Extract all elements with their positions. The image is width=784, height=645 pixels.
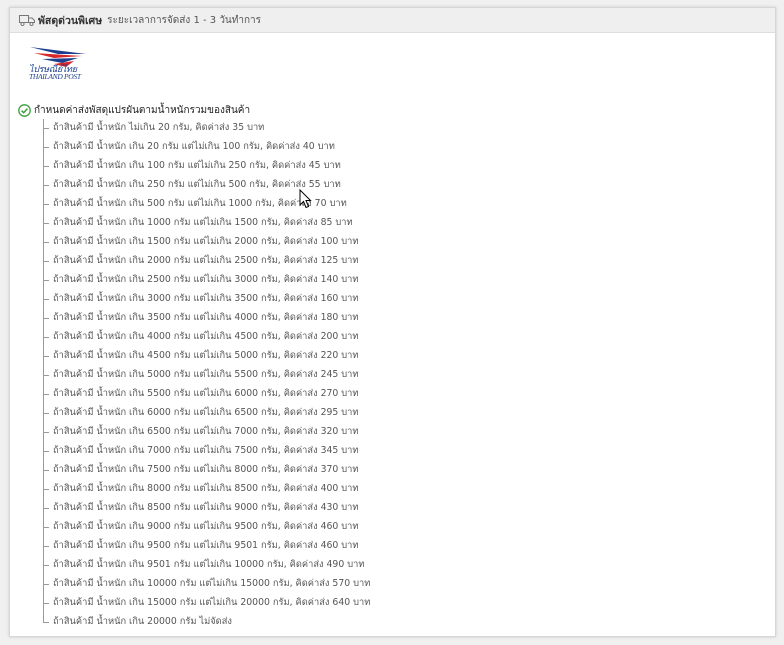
rate-item: ถ้าสินค้ามี น้ำหนัก เกิน 2500 กรัม แต่ไม…: [43, 271, 370, 290]
delivery-time-text: ระยะเวลาการจัดส่ง 1 - 3 วันทำการ: [107, 14, 262, 26]
rate-item: ถ้าสินค้ามี น้ำหนัก เกิน 6000 กรัม แต่ไม…: [43, 404, 370, 423]
rate-item: ถ้าสินค้ามี น้ำหนัก เกิน 2000 กรัม แต่ไม…: [43, 252, 370, 271]
logo-wordmark: ไปรษณีย์ไทย THAILAND POST: [29, 65, 99, 81]
panel-header: พัสดุด่วนพิเศษ ระยะเวลาการจัดส่ง 1 - 3 ว…: [10, 8, 775, 33]
rate-item: ถ้าสินค้ามี น้ำหนัก เกิน 4000 กรัม แต่ไม…: [43, 328, 370, 347]
rate-item: ถ้าสินค้ามี น้ำหนัก เกิน 9000 กรัม แต่ไม…: [43, 518, 370, 537]
rate-item: ถ้าสินค้ามี น้ำหนัก เกิน 100 กรัม แต่ไม่…: [43, 157, 370, 176]
rate-item: ถ้าสินค้ามี น้ำหนัก เกิน 5000 กรัม แต่ไม…: [43, 366, 370, 385]
rate-item: ถ้าสินค้ามี น้ำหนัก เกิน 3000 กรัม แต่ไม…: [43, 290, 370, 309]
rate-item: ถ้าสินค้ามี น้ำหนัก เกิน 6500 กรัม แต่ไม…: [43, 423, 370, 442]
truck-icon: [19, 14, 35, 26]
rate-item: ถ้าสินค้ามี น้ำหนัก ไม่เกิน 20 กรัม, คิด…: [43, 119, 370, 138]
rate-item: ถ้าสินค้ามี น้ำหนัก เกิน 250 กรัม แต่ไม่…: [43, 176, 370, 195]
rate-item: ถ้าสินค้ามี น้ำหนัก เกิน 15000 กรัม แต่ไ…: [43, 594, 370, 613]
rate-item: ถ้าสินค้ามี น้ำหนัก เกิน 20 กรัม แต่ไม่เ…: [43, 138, 370, 157]
rate-item: ถ้าสินค้ามี น้ำหนัก เกิน 500 กรัม แต่ไม่…: [43, 195, 370, 214]
rate-rule-heading: กำหนดค่าส่งพัสดุแปรผันตามน้ำหนักรวมของสิ…: [18, 103, 250, 118]
rate-item: ถ้าสินค้ามี น้ำหนัก เกิน 8500 กรัม แต่ไม…: [43, 499, 370, 518]
rate-item: ถ้าสินค้ามี น้ำหนัก เกิน 10000 กรัม แต่ไ…: [43, 575, 370, 594]
rate-item: ถ้าสินค้ามี น้ำหนัก เกิน 3500 กรัม แต่ไม…: [43, 309, 370, 328]
shipping-method-title: พัสดุด่วนพิเศษ: [38, 14, 103, 27]
mouse-pointer-icon: [299, 189, 312, 209]
check-circle-icon: [18, 104, 31, 117]
rate-item: ถ้าสินค้ามี น้ำหนัก เกิน 1000 กรัม แต่ไม…: [43, 214, 370, 233]
rate-item: ถ้าสินค้ามี น้ำหนัก เกิน 5500 กรัม แต่ไม…: [43, 385, 370, 404]
rate-item: ถ้าสินค้ามี น้ำหนัก เกิน 8000 กรัม แต่ไม…: [43, 480, 370, 499]
rate-item: ถ้าสินค้ามี น้ำหนัก เกิน 7500 กรัม แต่ไม…: [43, 461, 370, 480]
rate-item: ถ้าสินค้ามี น้ำหนัก เกิน 20000 กรัม ไม่จ…: [43, 613, 370, 632]
rate-list: ถ้าสินค้ามี น้ำหนัก ไม่เกิน 20 กรัม, คิด…: [43, 119, 370, 632]
rate-item: ถ้าสินค้ามี น้ำหนัก เกิน 4500 กรัม แต่ไม…: [43, 347, 370, 366]
shipping-option-panel: พัสดุด่วนพิเศษ ระยะเวลาการจัดส่ง 1 - 3 ว…: [9, 7, 776, 637]
rate-item: ถ้าสินค้ามี น้ำหนัก เกิน 9501 กรัม แต่ไม…: [43, 556, 370, 575]
rate-item: ถ้าสินค้ามี น้ำหนัก เกิน 9500 กรัม แต่ไม…: [43, 537, 370, 556]
rate-item: ถ้าสินค้ามี น้ำหนัก เกิน 7000 กรัม แต่ไม…: [43, 442, 370, 461]
rate-item: ถ้าสินค้ามี น้ำหนัก เกิน 1500 กรัม แต่ไม…: [43, 233, 370, 252]
rate-rule-title: กำหนดค่าส่งพัสดุแปรผันตามน้ำหนักรวมของสิ…: [34, 105, 251, 116]
logo-english-text: THAILAND POST: [29, 72, 81, 81]
